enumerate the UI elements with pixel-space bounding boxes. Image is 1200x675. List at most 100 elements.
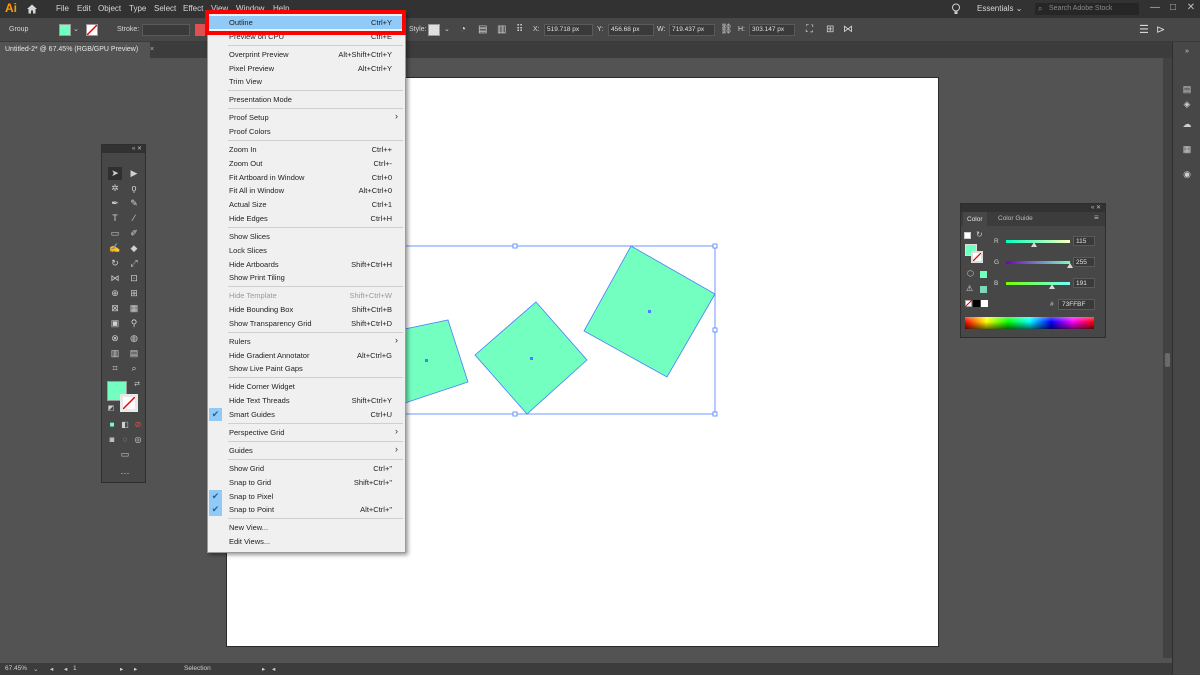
hex-field[interactable]: 73FFBF (1058, 299, 1095, 310)
menu-item-zoom-out[interactable]: Zoom Out Ctrl+- (208, 157, 405, 170)
menu-item-proof-setup[interactable]: Proof Setup › (208, 111, 405, 124)
draw-inside-icon[interactable]: ◎ (131, 433, 145, 446)
menu-item-proof-colors[interactable]: Proof Colors (208, 125, 405, 138)
swatches-panel-icon[interactable]: ▦ (1180, 144, 1194, 156)
symbol-sprayer-tool-icon[interactable]: ◍ (127, 332, 141, 345)
g-slider[interactable] (1006, 261, 1070, 264)
next-artboard-icon[interactable]: ▸ (120, 665, 123, 673)
vertical-scrollbar[interactable] (1163, 58, 1172, 658)
color-panel-header[interactable]: « ✕ (961, 204, 1105, 212)
collapse-dock-icon[interactable]: » (1180, 48, 1194, 60)
curvature-tool-icon[interactable]: ✎ (127, 197, 141, 210)
menu-item-edit-views[interactable]: Edit Views... (208, 535, 405, 548)
menu-item-overprint-preview[interactable]: Overprint Preview Alt+Shift+Ctrl+Y (208, 48, 405, 61)
menu-item-show-live-paint-gaps[interactable]: Show Live Paint Gaps (208, 362, 405, 375)
menu-item-hide-bounding-box[interactable]: Hide Bounding Box Shift+Ctrl+B (208, 303, 405, 316)
menu-item-snap-to-point[interactable]: ✔ Snap to Point Alt+Ctrl+" (208, 503, 405, 517)
live-paint-tool-icon[interactable]: ⊞ (127, 287, 141, 300)
close-panel-icon[interactable]: ✕ (1096, 205, 1101, 211)
b-value-field[interactable]: 191 (1073, 278, 1095, 288)
out-of-gamut-warning-icon[interactable]: ⚠ (966, 284, 973, 293)
paintbrush-tool-icon[interactable]: ✐ (127, 227, 141, 240)
menu-item-show-grid[interactable]: Show Grid Ctrl+" (208, 462, 405, 475)
square-shape[interactable] (399, 319, 469, 404)
web-safe-color-swatch[interactable] (980, 271, 987, 278)
menu-item-zoom-in[interactable]: Zoom In Ctrl++ (208, 143, 405, 156)
width-tool-icon[interactable]: ⋈ (108, 272, 122, 285)
menu-item-show-slices[interactable]: Show Slices (208, 230, 405, 243)
tools-panel-header[interactable]: « ✕ (102, 145, 145, 153)
close-panel-icon[interactable]: ✕ (137, 146, 142, 152)
default-fill-stroke-icon[interactable] (964, 232, 971, 239)
b-slider[interactable] (1006, 282, 1070, 285)
eyedropper-tool-icon[interactable]: ⚲ (127, 317, 141, 330)
menu-item-rulers[interactable]: Rulers › (208, 335, 405, 348)
panel-menu-icon[interactable]: ≡ (1094, 213, 1099, 222)
menu-item-fit-all-in-window[interactable]: Fit All in Window Alt+Ctrl+0 (208, 184, 405, 197)
zoom-tool-icon[interactable]: ⌕ (127, 362, 141, 375)
rotate-tool-icon[interactable]: ↻ (108, 257, 122, 270)
scroll-left-icon[interactable]: ◂ (272, 665, 275, 673)
column-graph-tool-icon[interactable]: ▥ (108, 347, 122, 360)
menu-item-hide-corner-widget[interactable]: Hide Corner Widget (208, 380, 405, 393)
artboard-number[interactable]: 1 (73, 665, 77, 672)
libraries-panel-icon[interactable]: ☁ (1180, 119, 1194, 131)
free-transform-tool-icon[interactable]: ⊡ (127, 272, 141, 285)
menu-item-hide-template[interactable]: Hide Template Shift+Ctrl+W (208, 289, 405, 302)
menu-item-show-transparency-grid[interactable]: Show Transparency Grid Shift+Ctrl+D (208, 317, 405, 330)
stroke-swatch[interactable] (120, 394, 138, 412)
menu-item-guides[interactable]: Guides › (208, 444, 405, 457)
tab-color-guide[interactable]: Color Guide (998, 215, 1033, 222)
menu-item-snap-to-grid[interactable]: Snap to Grid Shift+Ctrl+" (208, 476, 405, 489)
menu-item-show-print-tiling[interactable]: Show Print Tiling (208, 271, 405, 284)
menu-item-pixel-preview[interactable]: Pixel Preview Alt+Ctrl+Y (208, 62, 405, 75)
scrollbar-thumb[interactable] (1165, 353, 1170, 367)
menu-item-hide-artboards[interactable]: Hide Artboards Shift+Ctrl+H (208, 258, 405, 271)
menu-item-lock-slices[interactable]: Lock Slices (208, 244, 405, 257)
default-colors-icon[interactable]: ◩ (104, 402, 118, 415)
color-spectrum[interactable] (965, 317, 1094, 329)
black-swatch[interactable] (973, 300, 980, 307)
shape-builder-tool-icon[interactable]: ⊕ (108, 287, 122, 300)
in-gamut-color-swatch[interactable] (980, 286, 987, 293)
selection-tool-icon[interactable]: ➤ (108, 167, 122, 180)
previous-artboard-icon[interactable]: ◂ (50, 665, 53, 673)
menu-item-trim-view[interactable]: Trim View (208, 75, 405, 88)
r-slider-thumb[interactable] (1031, 242, 1037, 247)
chevron-down-icon[interactable]: ⌄ (33, 665, 38, 673)
layers-panel-icon[interactable]: ◈ (1180, 99, 1194, 111)
menu-item-smart-guides[interactable]: ✔ Smart Guides Ctrl+U (208, 407, 405, 421)
rectangle-tool-icon[interactable]: ▭ (108, 227, 122, 240)
b-slider-thumb[interactable] (1049, 284, 1055, 289)
menu-item-fit-artboard-in-window[interactable]: Fit Artboard in Window Ctrl+0 (208, 171, 405, 184)
r-slider[interactable] (1006, 240, 1070, 243)
menu-item-perspective-grid[interactable]: Perspective Grid › (208, 426, 405, 439)
collapse-icon[interactable]: « (1091, 205, 1094, 211)
direct-selection-tool-icon[interactable]: ▶ (127, 167, 141, 180)
mesh-tool-icon[interactable]: ▦ (127, 302, 141, 315)
swap-fill-stroke-icon[interactable]: ⇄ (130, 378, 144, 391)
color-panel-icon[interactable]: ◉ (1180, 169, 1194, 181)
hand-tool-icon[interactable] (108, 362, 122, 375)
properties-panel-icon[interactable]: ▤ (1180, 84, 1194, 96)
g-value-field[interactable]: 255 (1073, 257, 1095, 267)
menu-item-new-view[interactable]: New View... (208, 521, 405, 534)
pen-tool-icon[interactable]: ✒ (108, 197, 122, 210)
draw-normal-icon[interactable]: ◙ (105, 433, 119, 446)
out-of-web-gamut-icon[interactable]: ⬡ (967, 269, 974, 278)
gradient-mode-icon[interactable]: ◧ (118, 418, 132, 431)
menu-item-snap-to-pixel[interactable]: ✔ Snap to Pixel (208, 489, 405, 503)
artboard-tool-icon[interactable]: ▤ (127, 347, 141, 360)
color-mode-icon[interactable]: ■ (105, 418, 119, 431)
menu-item-hide-gradient-annotator[interactable]: Hide Gradient Annotator Alt+Ctrl+G (208, 349, 405, 362)
menu-item-hide-edges[interactable]: Hide Edges Ctrl+H (208, 212, 405, 225)
menu-item-presentation-mode[interactable]: Presentation Mode (208, 93, 405, 106)
eraser-tool-icon[interactable]: ◆ (127, 242, 141, 255)
gradient-tool-icon[interactable]: ▣ (108, 317, 122, 330)
lasso-tool-icon[interactable]: ϙ (127, 182, 141, 195)
more-tools-icon[interactable]: ⋯ (118, 467, 132, 480)
blend-tool-icon[interactable]: ⊗ (108, 332, 122, 345)
tab-color[interactable]: Color (963, 212, 987, 226)
last-artboard-icon[interactable]: ▸ (134, 665, 137, 673)
zoom-level[interactable]: 67.45% (5, 665, 27, 672)
